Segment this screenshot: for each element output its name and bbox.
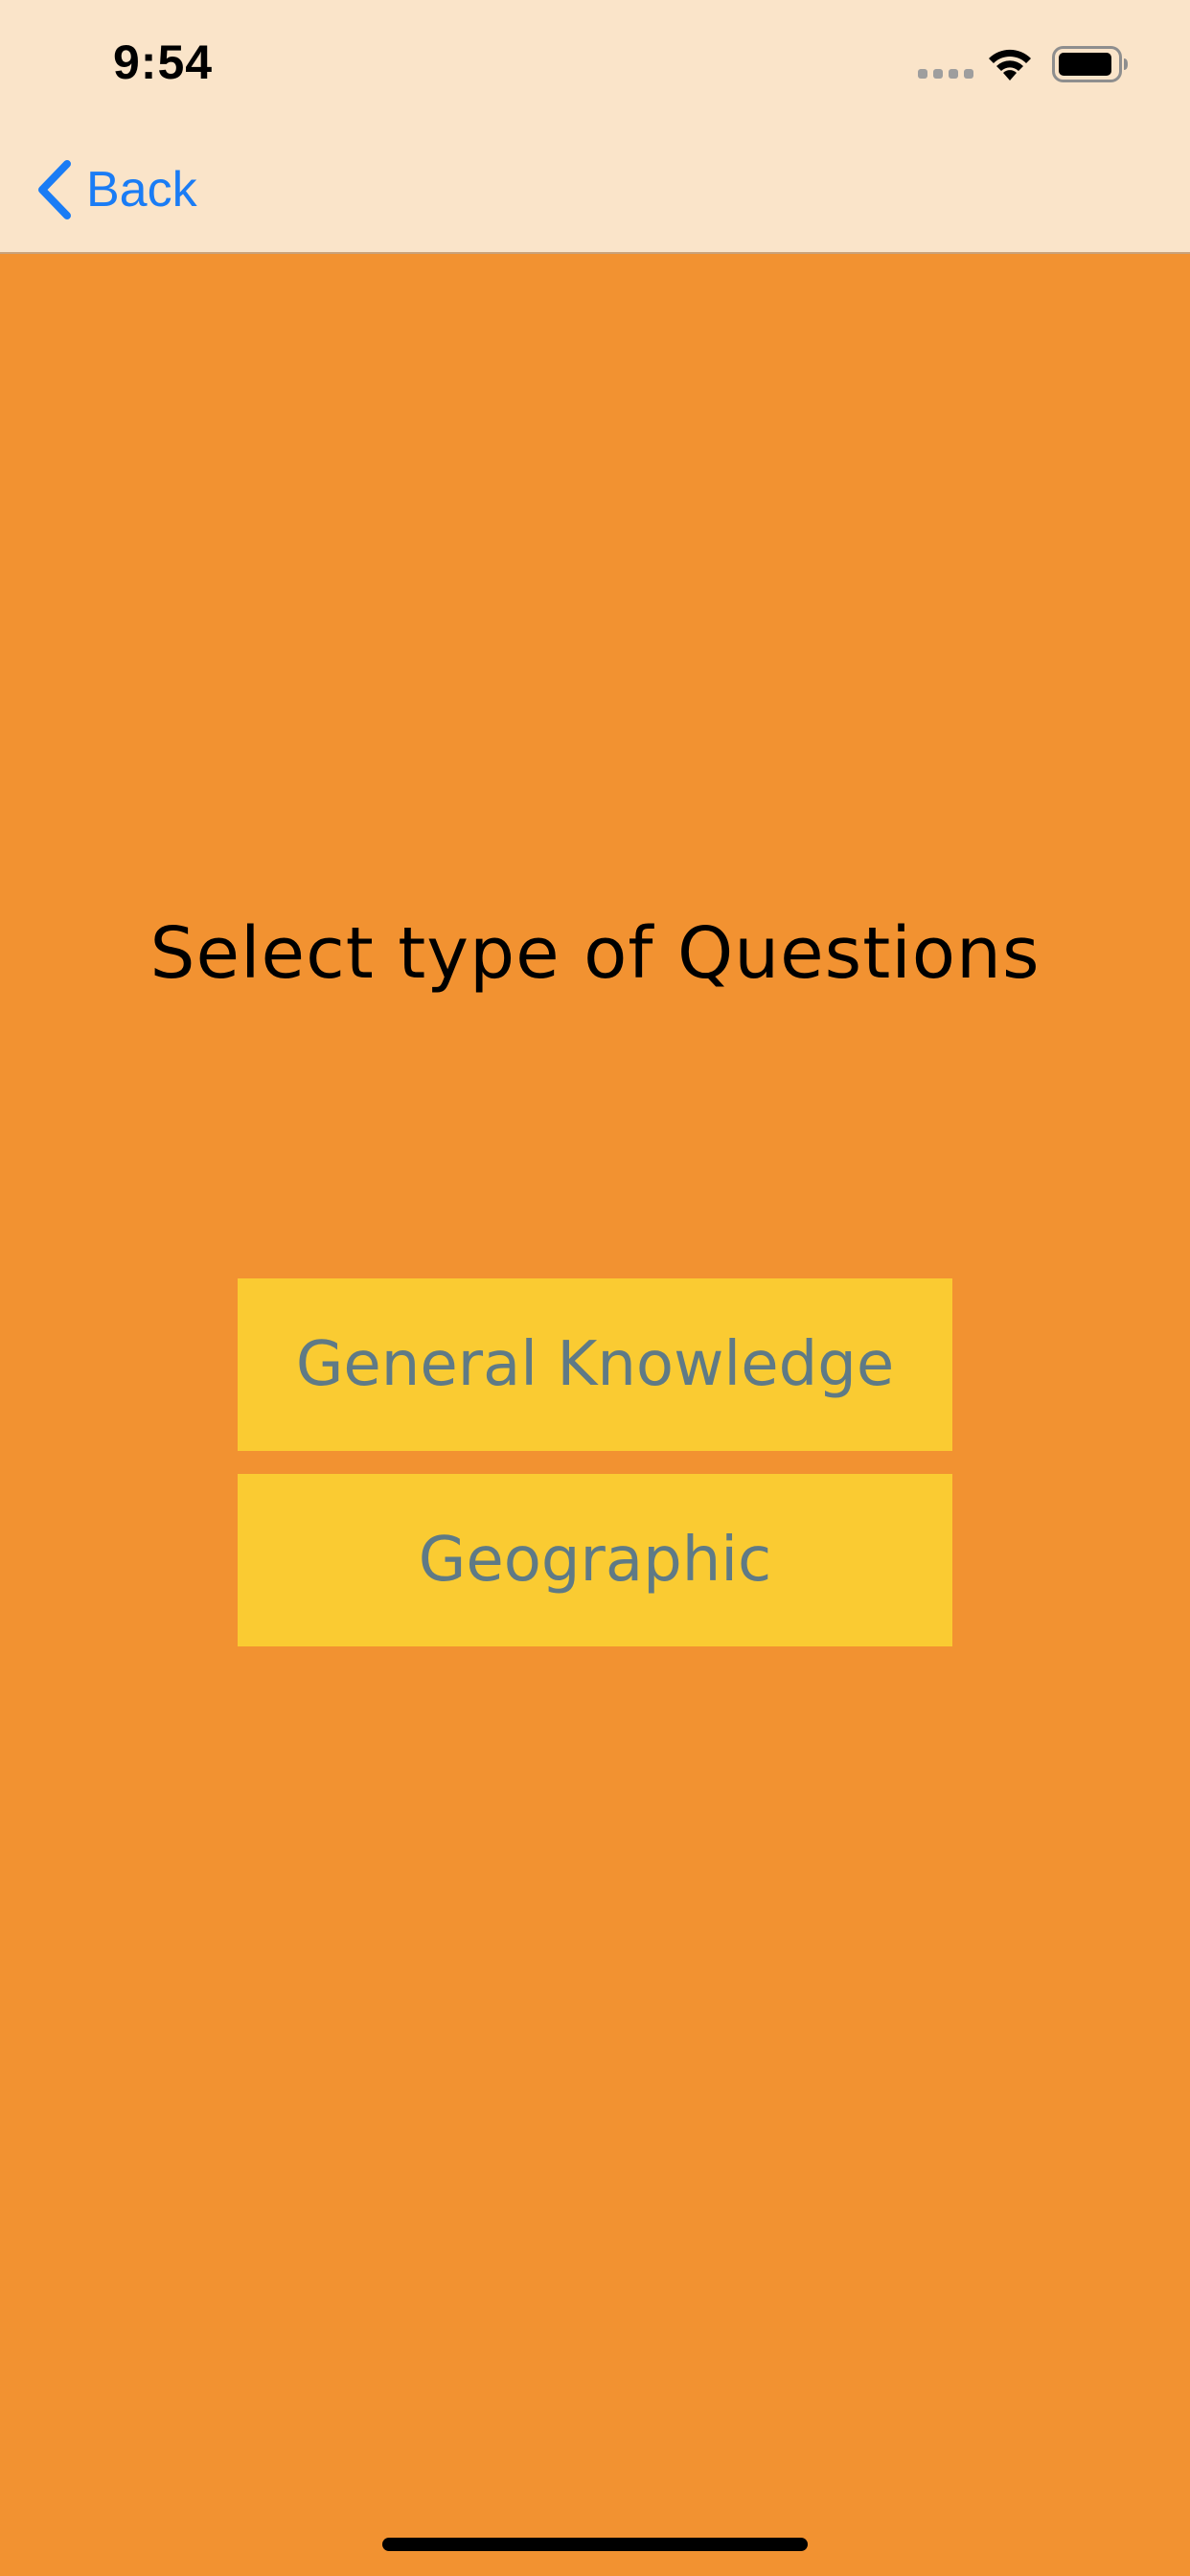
home-indicator[interactable] [382, 2538, 808, 2551]
page-title: Select type of Questions [149, 912, 1041, 995]
cellular-signal-icon [918, 69, 973, 79]
status-bar: 9:54 [0, 0, 1190, 126]
geographic-button[interactable]: Geographic [238, 1474, 952, 1646]
chevron-left-icon [38, 160, 71, 219]
navigation-bar: Back [0, 126, 1190, 252]
back-button[interactable]: Back [34, 155, 197, 224]
status-time: 9:54 [113, 35, 214, 89]
battery-icon [1052, 46, 1128, 82]
back-label: Back [86, 162, 197, 218]
general-knowledge-button[interactable]: General Knowledge [238, 1278, 952, 1451]
top-bar: 9:54 Back [0, 0, 1190, 254]
wifi-icon [989, 49, 1031, 80]
